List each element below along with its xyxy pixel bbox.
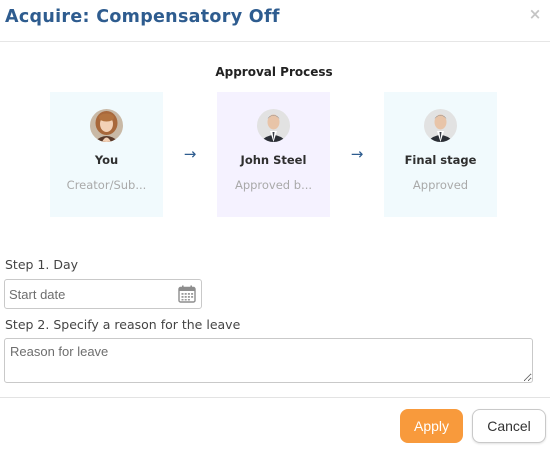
start-date-field	[4, 279, 202, 309]
approval-process-title: Approval Process	[215, 65, 333, 79]
approval-stage-john-steel: John Steel Approved b...	[217, 92, 330, 217]
step-1-label: Step 1. Day	[5, 257, 79, 272]
footer-divider	[0, 397, 550, 398]
arrow-right-icon: →	[183, 145, 197, 163]
dialog-header: Acquire: Compensatory Off ×	[0, 0, 550, 42]
stage-subtitle: Creator/Sub...	[66, 178, 147, 192]
apply-button[interactable]: Apply	[400, 409, 463, 443]
stage-subtitle: Approved b...	[234, 178, 313, 192]
cancel-button[interactable]: Cancel	[472, 409, 546, 443]
approval-stage-creator: You Creator/Sub...	[50, 92, 163, 217]
stage-subtitle: Approved	[412, 178, 469, 192]
user-avatar-icon	[90, 109, 123, 142]
calendar-icon[interactable]	[177, 284, 197, 304]
avatar	[424, 109, 457, 142]
compensatory-off-dialog: Acquire: Compensatory Off × Approval Pro…	[0, 0, 550, 451]
user-avatar-icon	[424, 109, 457, 142]
user-avatar-icon	[257, 109, 290, 142]
avatar	[257, 109, 290, 142]
approval-stage-final: Final stage Approved	[384, 92, 497, 217]
start-date-input[interactable]	[5, 280, 173, 308]
stage-name: You	[94, 153, 119, 167]
dialog-title: Acquire: Compensatory Off	[5, 7, 280, 27]
arrow-right-icon: →	[350, 145, 364, 163]
step-2-label: Step 2. Specify a reason for the leave	[5, 317, 241, 332]
stage-name: Final stage	[404, 153, 477, 167]
close-icon[interactable]: ×	[527, 6, 543, 22]
reason-textarea[interactable]	[4, 338, 533, 383]
avatar	[90, 109, 123, 142]
stage-name: John Steel	[240, 153, 307, 167]
